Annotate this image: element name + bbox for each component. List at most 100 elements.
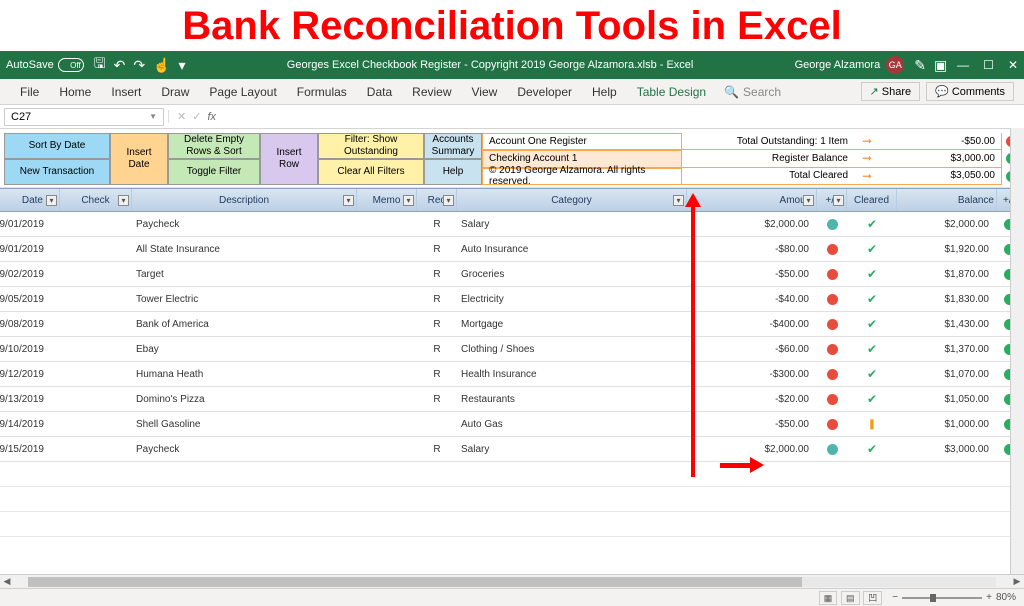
pen-icon[interactable]: ✎ [914, 57, 926, 74]
cell-category[interactable]: Clothing / Shoes [457, 337, 687, 361]
search-placeholder[interactable]: Search [743, 85, 781, 99]
close-button[interactable]: ✕ [1008, 58, 1018, 72]
table-row[interactable]: 09/13/2019Domino's PizzaRRestaurants-$20… [0, 387, 1024, 412]
vertical-scrollbar[interactable] [1010, 128, 1024, 574]
zoom-out-icon[interactable]: − [892, 592, 898, 603]
cell-description[interactable]: Ebay [132, 337, 357, 361]
tab-page-layout[interactable]: Page Layout [199, 80, 286, 104]
cell-amount[interactable]: -$300.00 [687, 362, 817, 386]
cell-category[interactable]: Salary [457, 437, 687, 461]
table-row[interactable]: 09/14/2019Shell GasolineAuto Gas-$50.00❚… [0, 412, 1024, 437]
cell-description[interactable]: Bank of America [132, 312, 357, 336]
cell-balance[interactable]: $3,000.00 [897, 437, 997, 461]
cell-date[interactable]: 09/13/2019 [0, 387, 60, 411]
col-cleared[interactable]: Cleared [847, 189, 897, 211]
cell-rec[interactable]: R [417, 362, 457, 386]
cell-category[interactable]: Groceries [457, 262, 687, 286]
cell-description[interactable]: Tower Electric [132, 287, 357, 311]
clear-filters-button[interactable]: Clear All Filters [318, 159, 424, 185]
table-row[interactable]: 09/01/2019PaycheckRSalary$2,000.00✔$2,00… [0, 212, 1024, 237]
formula-input[interactable] [224, 109, 1024, 125]
sort-by-date-button[interactable]: Sort By Date [4, 133, 110, 159]
cell-cleared[interactable]: ✔ [847, 362, 897, 386]
filter-outstanding-button[interactable]: Filter: Show Outstanding [318, 133, 424, 159]
col-check[interactable]: Check▾ [60, 189, 132, 211]
cell-amount[interactable]: $2,000.00 [687, 212, 817, 236]
undo-icon[interactable]: ↶ [114, 57, 126, 74]
cell-description[interactable]: Paycheck [132, 437, 357, 461]
cell-memo[interactable] [357, 262, 417, 286]
cell-amount[interactable]: -$80.00 [687, 237, 817, 261]
cell-check[interactable] [60, 287, 132, 311]
dropdown-icon[interactable]: ▾ [343, 195, 354, 206]
save-icon[interactable]: 🖫 [94, 53, 106, 77]
zoom-in-icon[interactable]: + [986, 592, 992, 603]
cell-cleared[interactable]: ❚ [847, 412, 897, 436]
cell-category[interactable]: Mortgage [457, 312, 687, 336]
cell-category[interactable]: Auto Gas [457, 412, 687, 436]
empty-row[interactable] [0, 487, 1024, 512]
col-rec[interactable]: Rec▾ [417, 189, 457, 211]
cell-amount[interactable]: -$50.00 [687, 412, 817, 436]
touch-icon[interactable]: ☝ [153, 57, 170, 74]
tab-help[interactable]: Help [582, 80, 627, 104]
dropdown-icon[interactable]: ▾ [118, 195, 129, 206]
cell-memo[interactable] [357, 387, 417, 411]
zoom-value[interactable]: 80% [996, 592, 1016, 603]
cell-cleared[interactable]: ✔ [847, 387, 897, 411]
search-icon[interactable]: 🔍 [724, 85, 739, 99]
redo-icon[interactable]: ↷ [133, 57, 145, 74]
scroll-thumb[interactable] [28, 577, 802, 587]
cell-check[interactable] [60, 312, 132, 336]
cell-amount[interactable]: -$60.00 [687, 337, 817, 361]
fx-icon[interactable]: fx [207, 111, 216, 123]
comments-button[interactable]: 💬Comments [926, 82, 1014, 101]
cell-cleared[interactable]: ✔ [847, 437, 897, 461]
cell-description[interactable]: Humana Heath [132, 362, 357, 386]
dropdown-icon[interactable]: ▾ [443, 195, 454, 206]
autosave-state[interactable]: Off [58, 58, 84, 72]
cell-date[interactable]: 09/15/2019 [0, 437, 60, 461]
insert-date-button[interactable]: Insert Date [110, 133, 168, 185]
table-row[interactable]: 09/10/2019EbayRClothing / Shoes-$60.00✔$… [0, 337, 1024, 362]
cell-balance[interactable]: $2,000.00 [897, 212, 997, 236]
cell-memo[interactable] [357, 237, 417, 261]
cell-date[interactable]: 09/02/2019 [0, 262, 60, 286]
cell-balance[interactable]: $1,370.00 [897, 337, 997, 361]
dropdown-icon[interactable]: ▾ [673, 195, 684, 206]
cell-check[interactable] [60, 212, 132, 236]
scroll-right-icon[interactable]: ▶ [1010, 576, 1024, 587]
cell-category[interactable]: Auto Insurance [457, 237, 687, 261]
cell-rec[interactable]: R [417, 287, 457, 311]
delete-empty-rows-button[interactable]: Delete Empty Rows & Sort [168, 133, 260, 159]
cell-date[interactable]: 09/01/2019 [0, 237, 60, 261]
cell-date[interactable]: 09/01/2019 [0, 212, 60, 236]
cell-balance[interactable]: $1,000.00 [897, 412, 997, 436]
dropdown-icon[interactable]: ▾ [403, 195, 414, 206]
cell-check[interactable] [60, 237, 132, 261]
minimize-button[interactable]: — [957, 58, 969, 72]
dropdown-icon[interactable]: ▾ [803, 195, 814, 206]
cell-check[interactable] [60, 337, 132, 361]
cell-amount[interactable]: $2,000.00 [687, 437, 817, 461]
col-description[interactable]: Description▾ [132, 189, 357, 211]
cell-date[interactable]: 09/05/2019 [0, 287, 60, 311]
cell-description[interactable]: All State Insurance [132, 237, 357, 261]
table-row[interactable]: 09/15/2019PaycheckRSalary$2,000.00✔$3,00… [0, 437, 1024, 462]
maximize-button[interactable]: ☐ [983, 58, 994, 72]
table-row[interactable]: 09/12/2019Humana HeathRHealth Insurance-… [0, 362, 1024, 387]
dropdown-icon[interactable]: ▾ [46, 195, 57, 206]
cell-date[interactable]: 09/12/2019 [0, 362, 60, 386]
view-normal-icon[interactable]: ▦ [819, 591, 838, 605]
cell-amount[interactable]: -$40.00 [687, 287, 817, 311]
cell-balance[interactable]: $1,870.00 [897, 262, 997, 286]
cell-cleared[interactable]: ✔ [847, 262, 897, 286]
cell-rec[interactable]: R [417, 337, 457, 361]
cell-memo[interactable] [357, 412, 417, 436]
cell-date[interactable]: 09/14/2019 [0, 412, 60, 436]
cell-date[interactable]: 09/08/2019 [0, 312, 60, 336]
cancel-formula-icon[interactable]: ✕ [177, 110, 186, 123]
col-pm1[interactable]: +/-▾ [817, 189, 847, 211]
cell-amount[interactable]: -$50.00 [687, 262, 817, 286]
empty-row[interactable] [0, 512, 1024, 537]
